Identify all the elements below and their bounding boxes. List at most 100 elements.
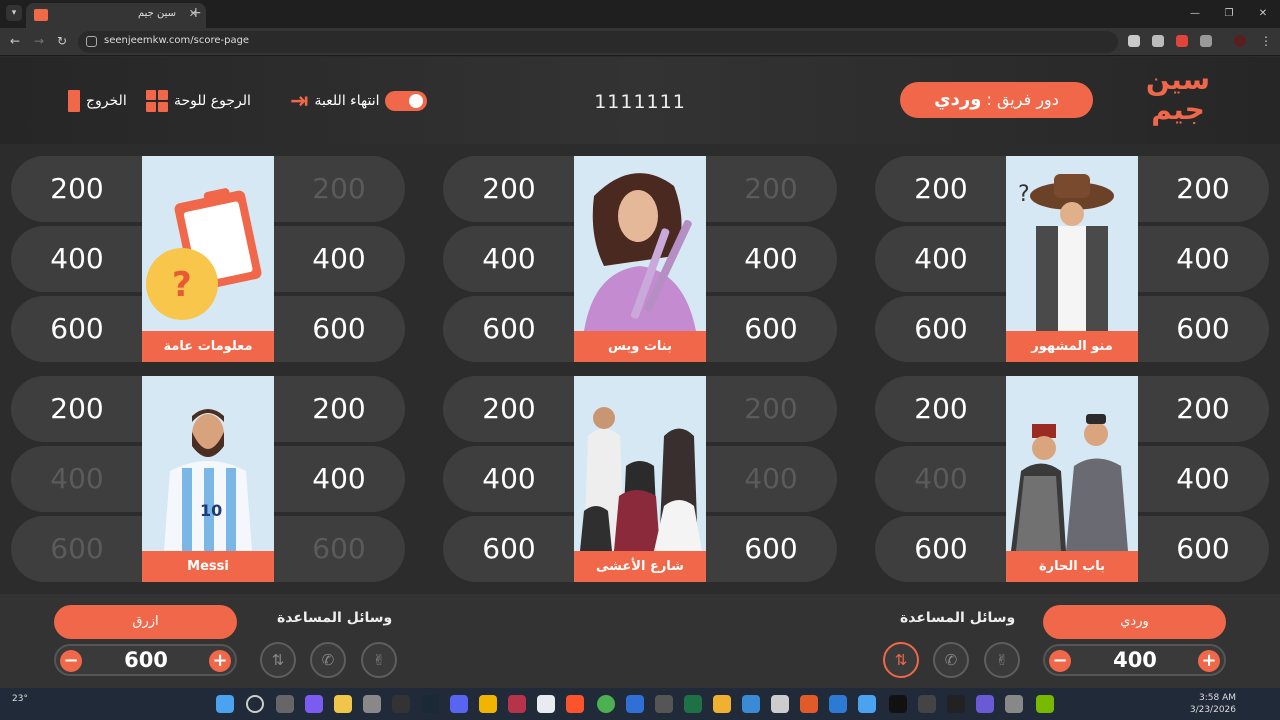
copilot-icon[interactable] (305, 695, 323, 713)
app-icon[interactable] (742, 695, 760, 713)
app-icon[interactable] (508, 695, 526, 713)
points-button[interactable]: 400 (875, 226, 1007, 292)
back-to-board-button[interactable]: الرجوع للوحة (146, 88, 251, 114)
start-icon[interactable] (216, 695, 234, 713)
app-icon[interactable] (858, 695, 876, 713)
points-button[interactable]: 400 (273, 446, 405, 512)
profile-avatar[interactable] (1234, 35, 1246, 47)
swap-aid-icon[interactable]: ⇅ (883, 642, 919, 678)
points-button[interactable]: 600 (1137, 516, 1269, 582)
points-button[interactable]: 200 (1137, 376, 1269, 442)
points-button[interactable]: 200 (875, 376, 1007, 442)
site-info-icon[interactable] (86, 36, 97, 47)
nvidia-icon[interactable] (1036, 695, 1054, 713)
points-button[interactable]: 200 (443, 156, 575, 222)
end-game-toggle[interactable] (385, 91, 428, 111)
decrease-score-button[interactable]: − (60, 650, 82, 672)
app-icon[interactable] (713, 695, 731, 713)
shield-icon[interactable] (1152, 35, 1164, 47)
discord-icon[interactable] (450, 695, 468, 713)
epic-games-icon[interactable] (392, 695, 410, 713)
tab-title: سين جيم (137, 8, 176, 19)
points-button-used[interactable]: 400 (11, 446, 143, 512)
back-icon[interactable]: ← (10, 34, 20, 48)
points-button-used[interactable]: 400 (875, 446, 1007, 512)
phone-aid-icon[interactable]: ✆ (933, 642, 969, 678)
app-icon[interactable] (800, 695, 818, 713)
decrease-score-button[interactable]: − (1049, 650, 1071, 672)
points-button[interactable]: 400 (1137, 226, 1269, 292)
extension-red-icon[interactable] (1176, 35, 1188, 47)
chrome-icon[interactable] (597, 695, 615, 713)
store-icon[interactable] (771, 695, 789, 713)
file-explorer-icon[interactable] (334, 695, 352, 713)
points-button[interactable]: 600 (875, 516, 1007, 582)
points-button[interactable]: 200 (273, 376, 405, 442)
points-button[interactable]: 600 (705, 296, 837, 362)
clock[interactable]: 3:58 AM 3/23/2026 (1190, 692, 1236, 716)
increase-score-button[interactable]: + (209, 650, 231, 672)
app-icon[interactable] (1005, 695, 1023, 713)
tab-search-icon[interactable]: ▾ (6, 5, 22, 21)
end-game-button[interactable]: انتهاء اللعبة ⇥ (290, 88, 428, 114)
settings-icon[interactable] (363, 695, 381, 713)
points-button[interactable]: 200 (1137, 156, 1269, 222)
points-button[interactable]: 600 (443, 296, 575, 362)
turn-indicator: دور فريق : وردي (900, 82, 1093, 118)
app-icon[interactable] (947, 695, 965, 713)
points-button-used[interactable]: 600 (11, 516, 143, 582)
points-button[interactable]: 600 (11, 296, 143, 362)
app-icon[interactable] (918, 695, 936, 713)
points-button[interactable]: 400 (705, 226, 837, 292)
app-icon[interactable] (655, 695, 673, 713)
points-button[interactable]: 200 (11, 376, 143, 442)
close-window-icon[interactable]: ✕ (1246, 0, 1280, 28)
points-button[interactable]: 600 (705, 516, 837, 582)
points-button[interactable]: 600 (273, 296, 405, 362)
increase-score-button[interactable]: + (1198, 650, 1220, 672)
points-button-used[interactable]: 200 (705, 156, 837, 222)
points-button[interactable]: 400 (273, 226, 405, 292)
points-button[interactable]: 600 (443, 516, 575, 582)
app-icon[interactable] (537, 695, 555, 713)
points-button-used[interactable]: 600 (273, 516, 405, 582)
points-button[interactable]: 600 (1137, 296, 1269, 362)
points-button-used[interactable]: 400 (705, 446, 837, 512)
steam-icon[interactable] (421, 695, 439, 713)
forward-icon[interactable]: → (34, 34, 44, 48)
browser-tab[interactable]: سين جيم ✕ (26, 3, 206, 28)
rockstar-icon[interactable] (479, 695, 497, 713)
phone-aid-icon[interactable]: ✆ (310, 642, 346, 678)
points-button[interactable]: 400 (11, 226, 143, 292)
address-bar[interactable]: seenjeemkw.com/score-page (78, 31, 1118, 53)
points-button[interactable]: 200 (875, 156, 1007, 222)
exit-button[interactable]: الخروج (68, 88, 127, 114)
puzzle-icon[interactable] (1200, 35, 1212, 47)
points-button[interactable]: 400 (443, 226, 575, 292)
two-answers-aid-icon[interactable]: ✌ (361, 642, 397, 678)
excel-icon[interactable] (684, 695, 702, 713)
minimize-icon[interactable]: — (1178, 0, 1212, 28)
menu-dots-icon[interactable]: ⋮ (1260, 34, 1272, 48)
extension-icon[interactable] (1128, 35, 1140, 47)
points-button-used[interactable]: 200 (273, 156, 405, 222)
teams-icon[interactable] (976, 695, 994, 713)
reload-icon[interactable]: ↻ (57, 34, 67, 48)
points-button[interactable]: 400 (443, 446, 575, 512)
weather-widget[interactable]: 23° (12, 694, 28, 704)
points-button-used[interactable]: 200 (705, 376, 837, 442)
swap-aid-icon[interactable]: ⇅ (260, 642, 296, 678)
two-answers-aid-icon[interactable]: ✌ (984, 642, 1020, 678)
maximize-icon[interactable]: ❐ (1212, 0, 1246, 28)
app-icon[interactable] (829, 695, 847, 713)
task-view-icon[interactable] (276, 695, 294, 713)
points-button[interactable]: 400 (1137, 446, 1269, 512)
app-icon[interactable] (889, 695, 907, 713)
points-button[interactable]: 600 (875, 296, 1007, 362)
app-icon[interactable] (626, 695, 644, 713)
points-button[interactable]: 200 (443, 376, 575, 442)
points-button[interactable]: 200 (11, 156, 143, 222)
brave-icon[interactable] (566, 695, 584, 713)
search-icon[interactable] (246, 695, 264, 713)
new-tab-icon[interactable]: + (190, 5, 202, 21)
